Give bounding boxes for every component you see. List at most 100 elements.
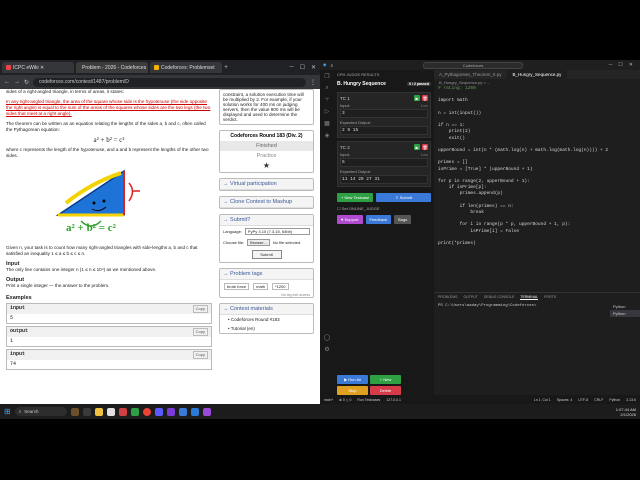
tag[interactable]: brute force [224,283,250,290]
browse-button[interactable]: Browse... [247,239,270,246]
status-item[interactable]: ⊗ 0 △ 0 [339,398,351,402]
browser-tab[interactable]: ICPC eWiki ✕ [2,62,74,73]
vscode-taskbar-icon[interactable] [190,407,199,416]
run-debug-icon[interactable]: ▷ [325,108,330,115]
panel-tab[interactable]: PROBLEMS [438,295,457,300]
editor-tab-active[interactable]: B_Hungry_Sequence.py [507,70,568,79]
new-tab-icon[interactable]: + [224,64,228,71]
delete-button[interactable]: Delete [370,386,401,395]
expected-output[interactable]: 2 9 15 [340,126,428,135]
file-explorer-icon[interactable] [94,407,103,416]
status-bar: main* ⊗ 0 △ 0 Run Testcases 127.0.0.1 Ln… [320,395,640,404]
explorer-icon[interactable]: ❐ [324,73,329,80]
practice-link[interactable]: Practice [220,151,313,161]
status-item[interactable]: Python [609,398,620,402]
maximize-icon[interactable]: ☐ [300,64,305,71]
terminal-item-selected[interactable]: Python [610,310,640,317]
panel-tab[interactable]: DEBUG CONSOLE [484,295,515,300]
maximize-icon[interactable]: ☐ [618,62,622,68]
materials-box: → Contest materials • Codeforces Round #… [219,303,314,334]
close-window-icon[interactable]: ✕ [311,64,316,71]
tag[interactable]: math [253,283,269,290]
status-item[interactable]: main* [324,398,333,402]
cph-icon[interactable]: ◈ [325,132,330,139]
stop-button[interactable]: Stop [337,386,368,395]
panel-tab[interactable]: PORTS [544,295,556,300]
status-item[interactable]: CRLF [594,398,603,402]
expected-output[interactable]: 11 14 20 27 31 [340,175,428,184]
contest-name-link[interactable]: Codeforces Round 183 (Div. 2) [220,131,313,141]
bugs-button[interactable]: Bugs [394,215,412,224]
browser-tab-active[interactable]: Problem - 2026 - Codeforces✕ [76,62,148,73]
account-icon[interactable]: ◯ [324,334,331,341]
clone-contest-link[interactable]: → Clone Contest to Mashup [220,197,313,208]
feedback-button[interactable]: Feedback [365,215,392,224]
star-icon[interactable]: ★ [220,161,313,172]
terminal-item[interactable]: Python [610,303,640,310]
panel-tab-active[interactable]: TERMINAL [520,295,539,300]
reload-icon[interactable]: ↻ [24,79,29,86]
copy-button[interactable]: Copy [192,351,208,359]
testcase-name[interactable]: TC 2 [340,145,350,150]
search-icon[interactable]: ⌕ [325,85,328,92]
language-select[interactable]: PyPy 3.10 (7.3.15, 64bit) [244,228,310,235]
minimize-icon[interactable]: ─ [609,62,613,68]
chrome-icon[interactable] [142,407,151,416]
online-judge-checkbox[interactable]: ☐ Set ONLINE_JUDGE [334,205,434,212]
notepad-icon[interactable] [106,407,115,416]
cph-submit-button[interactable]: ⇧ Submit [376,193,431,202]
copy-button[interactable]: Copy [192,328,208,336]
virtual-participation-link[interactable]: → Virtual participation [220,179,313,190]
windows-start-icon[interactable]: ⊞ [4,407,11,416]
status-item[interactable]: 3.13.6 [626,398,636,402]
status-item[interactable]: Ln 1, Col 1 [534,398,551,402]
status-item[interactable]: Spaces: 4 [557,398,573,402]
app-icon[interactable] [130,407,139,416]
status-item[interactable]: 127.0.0.1 [386,398,401,402]
new-testcase-button[interactable]: + New Testcase [337,193,374,202]
app-icon[interactable] [118,407,127,416]
task-view-icon[interactable] [82,407,91,416]
material-link[interactable]: • Tutorial (en) [220,324,313,333]
code-line[interactable]: print(*primes) [438,241,640,247]
menu-icon[interactable]: ⋮ [310,79,316,86]
vscode-logo-icon: ◆ [323,62,327,67]
status-item[interactable]: UTF-8 [578,398,588,402]
editor-tab[interactable]: A_Pythagorean_Theorem_II.py [434,70,508,79]
app-icon[interactable] [166,407,175,416]
address-bar[interactable]: codeforces.com/contest/1487/problem/D [33,77,306,87]
run-icon[interactable]: ▶ [414,144,420,150]
tag[interactable]: *1200 [272,283,289,290]
material-link[interactable]: • Codeforces Round #183 [220,315,313,324]
app-icon[interactable] [202,407,211,416]
command-search[interactable]: Codeforces [423,61,524,69]
code-content[interactable]: # rating: 1200 import math n = int(input… [434,86,640,247]
submit-button[interactable]: Submit [251,250,282,259]
copy-button[interactable]: Copy [192,305,208,313]
run-all-button[interactable]: ▶ Run All [337,375,368,384]
app-icon[interactable] [178,407,187,416]
forward-icon[interactable]: → [14,79,20,85]
app-icon[interactable] [154,407,163,416]
delete-icon[interactable]: 🗑 [422,144,428,150]
source-control-icon[interactable]: ⑂ [325,97,329,103]
browser-tab[interactable]: Codeforces: Problemset [150,62,222,73]
taskbar-search[interactable]: ⌕ Search [14,407,67,416]
menu-icon[interactable]: ≡ [330,63,333,68]
system-clock[interactable]: 1:07:44 AM 2/1/2026 [616,407,636,417]
widget-icon[interactable] [70,407,79,416]
panel-tab[interactable]: OUTPUT [463,295,477,300]
delete-icon[interactable]: 🗑 [422,95,428,101]
testcase-input[interactable]: 3 [340,109,428,118]
new-button[interactable]: + New [370,375,401,384]
back-icon[interactable]: ← [4,79,10,85]
extensions-icon[interactable]: ▦ [324,120,330,127]
testcase-input[interactable]: 5 [340,158,428,167]
close-window-icon[interactable]: ✕ [629,62,633,68]
support-button[interactable]: ♥ Support [337,215,363,224]
minimize-icon[interactable]: ─ [289,64,293,71]
status-item[interactable]: Run Testcases [357,398,380,402]
settings-gear-icon[interactable]: ⚙ [324,346,329,353]
testcase-name[interactable]: TC 1 [340,96,350,101]
run-icon[interactable]: ▶ [414,95,420,101]
